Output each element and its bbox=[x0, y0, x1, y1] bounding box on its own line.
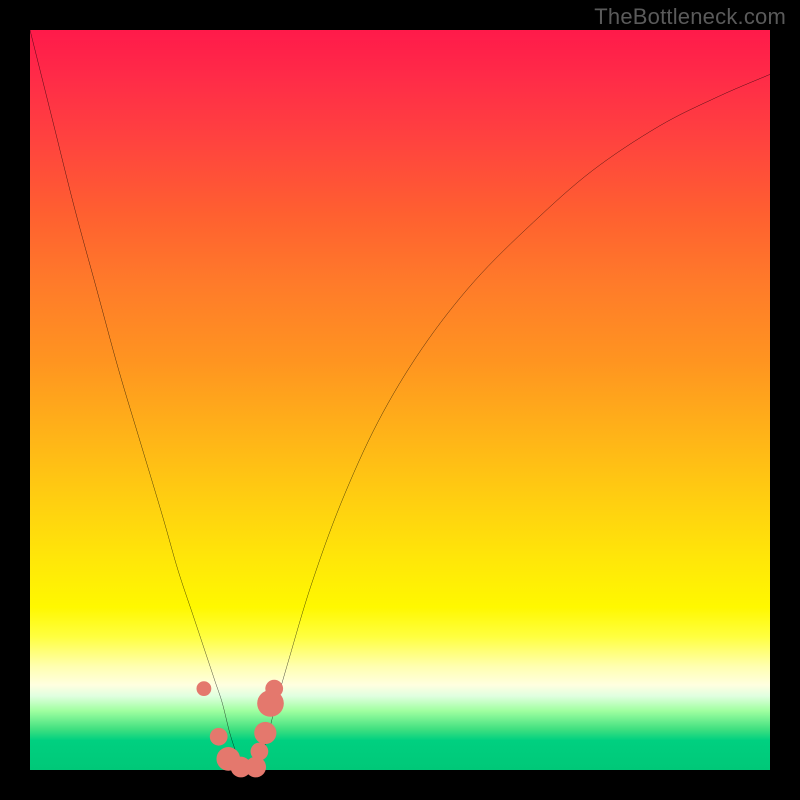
curve-marker bbox=[197, 681, 212, 696]
bottleneck-curve bbox=[30, 30, 770, 771]
curve-marker bbox=[254, 722, 276, 744]
curve-markers bbox=[197, 680, 284, 778]
chart-svg bbox=[30, 30, 770, 770]
plot-area bbox=[30, 30, 770, 770]
curve-marker bbox=[245, 757, 266, 778]
curve-marker bbox=[210, 728, 228, 746]
chart-frame: TheBottleneck.com bbox=[0, 0, 800, 800]
curve-marker bbox=[251, 743, 269, 761]
watermark-text: TheBottleneck.com bbox=[594, 4, 786, 30]
curve-marker bbox=[265, 680, 283, 698]
